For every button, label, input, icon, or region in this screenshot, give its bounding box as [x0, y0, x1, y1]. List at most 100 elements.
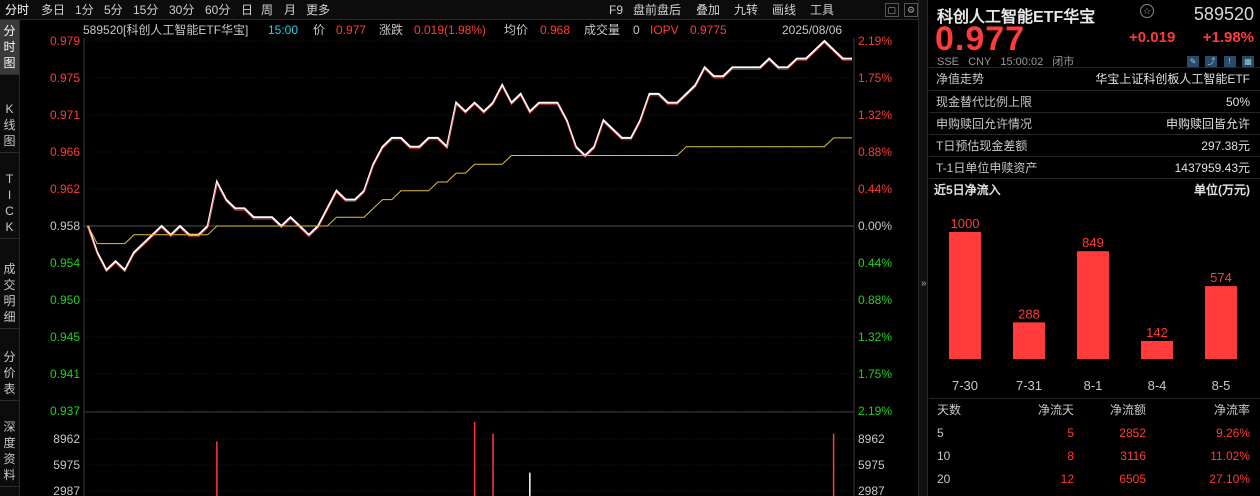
etf-info-key: T日预估现金差额: [936, 139, 1028, 153]
volume-tick-label: 8962: [53, 432, 80, 446]
info-avg-label: 均价: [504, 23, 529, 37]
inflow-bar: [949, 232, 981, 359]
price-change-pct: +1.98%: [1202, 29, 1254, 46]
etf-info-value: 1437959.43元: [1174, 161, 1250, 175]
pct-tick-label: 1.75%: [858, 71, 892, 85]
volume-tick-label: 5975: [53, 458, 80, 472]
price-tick-label: 0.950: [50, 293, 80, 307]
vtab-trade-detail[interactable]: 成交明细: [0, 258, 19, 329]
chart-canvas[interactable]: 0.9790.9750.9710.9660.9620.9580.9540.950…: [20, 20, 918, 496]
table-row: 20 12 6505 27.10%: [929, 468, 1260, 491]
settings-icon[interactable]: ⚙: [904, 3, 918, 17]
tab-30min[interactable]: 30分: [166, 2, 197, 18]
volume-tick-label: 5975: [858, 458, 885, 472]
window-icon[interactable]: ▢: [884, 3, 899, 17]
tab-60min[interactable]: 60分: [202, 2, 233, 18]
table-cell: 10: [937, 449, 951, 463]
info-code-name: 589520[科创人工智能ETF华宝]: [83, 23, 249, 37]
column-header: 天数: [937, 403, 962, 417]
tab-week[interactable]: 周: [258, 2, 276, 18]
chart-info-bar: 589520[科创人工智能ETF华宝] 15:00 价 0.977 涨跌 0.0…: [20, 20, 918, 40]
tab-1min[interactable]: 1分: [72, 2, 97, 18]
net-value-label: 净值走势: [936, 72, 985, 86]
price-tick-label: 0.937: [50, 404, 80, 418]
etf-info-key: 申购赎回允许情况: [936, 117, 1033, 131]
info-avg: 0.968: [540, 23, 571, 37]
table-cell: 9.26%: [1215, 426, 1250, 440]
inflow-bar: [1013, 322, 1045, 359]
price-tick-label: 0.966: [50, 145, 80, 159]
etf-info-row: 申购赎回允许情况 申购赎回皆允许: [929, 112, 1260, 135]
etf-info-row: T日预估现金差额 297.38元: [929, 134, 1260, 157]
intraday-chart[interactable]: 0.979 0.975 0.971 0.966 0.962 0.958 0.954 0.950…: [20, 20, 918, 496]
vtab-kline-chart[interactable]: K线图: [0, 98, 19, 153]
volume-tick-label: 2987: [53, 484, 80, 496]
info-volume: 0: [633, 23, 640, 37]
table-row: 10 8 3116 11.02%: [929, 445, 1260, 468]
table-cell: 27.10%: [1209, 472, 1250, 486]
net-inflow-unit: 单位(万元): [1194, 183, 1250, 197]
pct-tick-label: 1.32%: [858, 108, 892, 122]
etf-info-key: T-1日单位申赎资产: [936, 161, 1038, 175]
vtab-timeshare-chart[interactable]: 分时图: [0, 20, 19, 75]
tools-button[interactable]: 工具: [807, 2, 837, 18]
table-cell: 6505: [1119, 472, 1146, 486]
vtab-tick[interactable]: TICK: [0, 168, 19, 239]
inflow-value-label: 142: [1146, 325, 1168, 340]
table-cell: 5: [1067, 426, 1074, 440]
inflow-value-label: 849: [1082, 235, 1104, 250]
panel-splitter[interactable]: »: [918, 0, 928, 496]
inflow-bar: [1141, 340, 1173, 359]
inflow-date-label: 7-31: [1016, 378, 1042, 393]
price-line: [87, 39, 852, 272]
inflow-date-label: 8-4: [1148, 378, 1167, 393]
net-inflow-title: 近5日净流入: [934, 183, 1001, 197]
pct-tick-label: 0.88%: [858, 293, 892, 307]
quote-panel: 科创人工智能ETF华宝 ☆ 589520 0.977 +0.019 +1.98%…: [929, 0, 1260, 496]
pre-post-market-button[interactable]: 盘前盘后: [630, 2, 684, 18]
table-row: 5 5 2852 9.26%: [929, 422, 1260, 445]
inflow-bar: [1077, 251, 1109, 359]
chart-toolbar: 分时 多日 1分 5分 15分 30分 60分 日 周 月 更多 F9 盘前盘后…: [0, 0, 920, 20]
net-value-row[interactable]: 净值走势 华宝上证科创板人工智能ETF: [929, 67, 1260, 90]
net-inflow-chart: 1000 7-30 288 7-31 849 8-1 142 8-4 574 8-5: [949, 216, 1237, 393]
price-tick-label: 0.962: [50, 182, 80, 196]
tab-multi-day[interactable]: 多日: [38, 2, 68, 18]
draw-line-button[interactable]: 画线: [769, 2, 799, 18]
tab-15min[interactable]: 15分: [130, 2, 161, 18]
price-tick-label: 0.975: [50, 71, 80, 85]
table-cell: 20: [937, 472, 951, 486]
info-date: 2025/08/06: [782, 23, 843, 37]
table-cell: 11.02%: [1210, 449, 1250, 463]
tab-more[interactable]: 更多: [303, 2, 333, 18]
etf-info-key: 现金替代比例上限: [936, 95, 1033, 109]
inflow-value-label: 1000: [951, 216, 980, 231]
vtab-price-table[interactable]: 分价表: [0, 346, 19, 401]
tab-month[interactable]: 月: [281, 2, 299, 18]
inflow-bar: [1205, 286, 1237, 359]
column-header: 净流率: [1213, 403, 1250, 417]
table-cell: 12: [1060, 472, 1074, 486]
favorite-icon[interactable]: ☆: [1140, 4, 1154, 18]
volume-tick-label: 2987: [858, 484, 885, 496]
tab-5min[interactable]: 5分: [101, 2, 126, 18]
pct-tick-label: 1.32%: [858, 330, 892, 344]
pct-tick-label: 0.44%: [858, 256, 892, 270]
etf-info-value: 50%: [1225, 95, 1250, 109]
net-inflow-header: 近5日净流入 单位(万元): [929, 178, 1260, 200]
info-change: 0.019(1.98%): [414, 23, 487, 37]
tab-day[interactable]: 日: [238, 2, 256, 18]
info-volume-label: 成交量: [584, 23, 621, 37]
overlay-button[interactable]: 叠加: [693, 2, 723, 18]
table-cell: 3116: [1120, 449, 1146, 463]
vtab-depth-data[interactable]: 深度资料: [0, 416, 19, 487]
nine-turn-button[interactable]: 九转: [731, 2, 761, 18]
etf-info-value: 297.38元: [1201, 139, 1250, 153]
left-view-tabs: 分时图 K线图 TICK 成交明细分价表深度资料: [0, 20, 20, 496]
tab-timeshare[interactable]: 分时: [2, 2, 32, 18]
inflow-date-label: 8-1: [1084, 378, 1103, 393]
net-inflow-table: 天数 净流天 净流额 净流率 5 5 2852 9.26% 10 8 3116 11.02% 20 12 6…: [929, 398, 1260, 491]
collapse-arrow-icon[interactable]: »: [921, 278, 927, 289]
info-price: 0.977: [336, 23, 367, 37]
f9-button[interactable]: F9: [606, 2, 626, 18]
